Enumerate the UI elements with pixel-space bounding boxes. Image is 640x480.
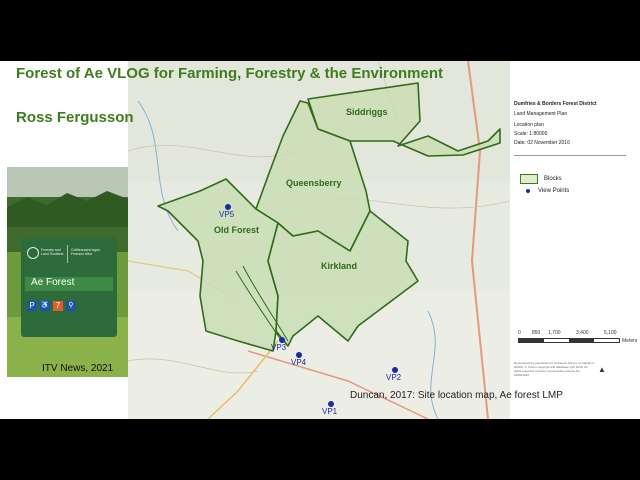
- scale-unit: Meters: [622, 338, 638, 344]
- parking-icon: P: [27, 301, 37, 311]
- scale-bar: 0 850 1,700 3,400 5,100 Meters: [518, 329, 637, 344]
- block-label-siddriggs: Siddriggs: [346, 107, 388, 117]
- legend-subtitle: Location plan: [514, 122, 544, 128]
- viewpoint-vp2: VP2: [386, 367, 401, 382]
- viewpoint-label: VP1: [322, 407, 338, 416]
- block-label-kirkland: Kirkland: [321, 261, 358, 271]
- legend-date: Date: 02 November 2016: [514, 140, 570, 146]
- map-legend-panel: Dumfries & Borders Forest District Land …: [510, 61, 640, 419]
- scale-tick: 0: [518, 330, 521, 336]
- block-label-queensberry: Queensberry: [286, 178, 342, 188]
- legend-plan: Land Management Plan: [514, 111, 568, 117]
- viewpoint-label: VP4: [291, 358, 307, 367]
- scale-tick: 3,400: [576, 330, 589, 336]
- sign-icons: P ♿ 7 ⚲: [27, 301, 76, 311]
- sign-logo-icon: [27, 247, 39, 259]
- legend-row-blocks: Blocks: [520, 174, 562, 184]
- location-map: Siddriggs Queensberry Old Forest Kirklan…: [127, 61, 511, 419]
- scale-tick: 850: [532, 330, 541, 336]
- author-name: Ross Fergusson: [16, 109, 134, 126]
- slide: Siddriggs Queensberry Old Forest Kirklan…: [0, 61, 640, 419]
- cycle-icon: ⚲: [66, 301, 76, 311]
- block-label-old-forest: Old Forest: [214, 225, 260, 235]
- viewpoint-vp1: VP1: [322, 401, 337, 416]
- scale-tick-labels: 0 850 1,700 3,400 5,100: [518, 329, 633, 337]
- scale-tick: 5,100: [604, 330, 617, 336]
- viewpoint-label: VP5: [219, 210, 235, 219]
- viewpoint-label: VP2: [386, 373, 402, 382]
- legend-blocks-label: Blocks: [544, 176, 562, 182]
- viewpoint-vp3: VP3: [271, 337, 287, 352]
- sign-agency-line1: Forestry and Land Scotland: [41, 248, 64, 256]
- sign-name: Ae Forest: [31, 277, 75, 288]
- sign-agency-line2: Coilltearachd agus Fearann Alba: [71, 248, 100, 256]
- scale-bar-segments: [518, 338, 620, 343]
- legend-viewpoints-label: View Points: [538, 188, 570, 194]
- map-svg: [127, 61, 511, 419]
- blocks-swatch: [520, 174, 538, 184]
- viewpoint-vp4: VP4: [291, 352, 306, 367]
- toilet-icon: ♿: [40, 301, 50, 311]
- map-credit: Duncan, 2017: Site location map, Ae fore…: [350, 390, 563, 401]
- legend-scale: Scale: 1:80000: [514, 131, 548, 137]
- viewpoint-vp5: VP5: [219, 204, 234, 219]
- trail-number-icon: 7: [53, 301, 63, 311]
- legend-row-viewpoints: View Points: [520, 188, 569, 194]
- legend-org: Dumfries & Borders Forest District: [514, 101, 597, 107]
- legend-divider: [514, 155, 626, 156]
- photo-credit: ITV News, 2021: [42, 363, 114, 374]
- slide-title: Forest of Ae VLOG for Farming, Forestry …: [16, 65, 443, 82]
- scale-tick: 1,700: [548, 330, 561, 336]
- north-arrow-icon: ▲: [598, 365, 606, 374]
- photo-svg: [7, 167, 128, 377]
- viewpoint-label: VP3: [271, 343, 287, 352]
- ae-forest-sign-photo: Forestry and Land Scotland Coilltearachd…: [7, 167, 128, 377]
- viewpoint-dot-icon: [526, 189, 530, 193]
- copyright-note: Reproduced by permission of Ordnance Sur…: [514, 361, 594, 377]
